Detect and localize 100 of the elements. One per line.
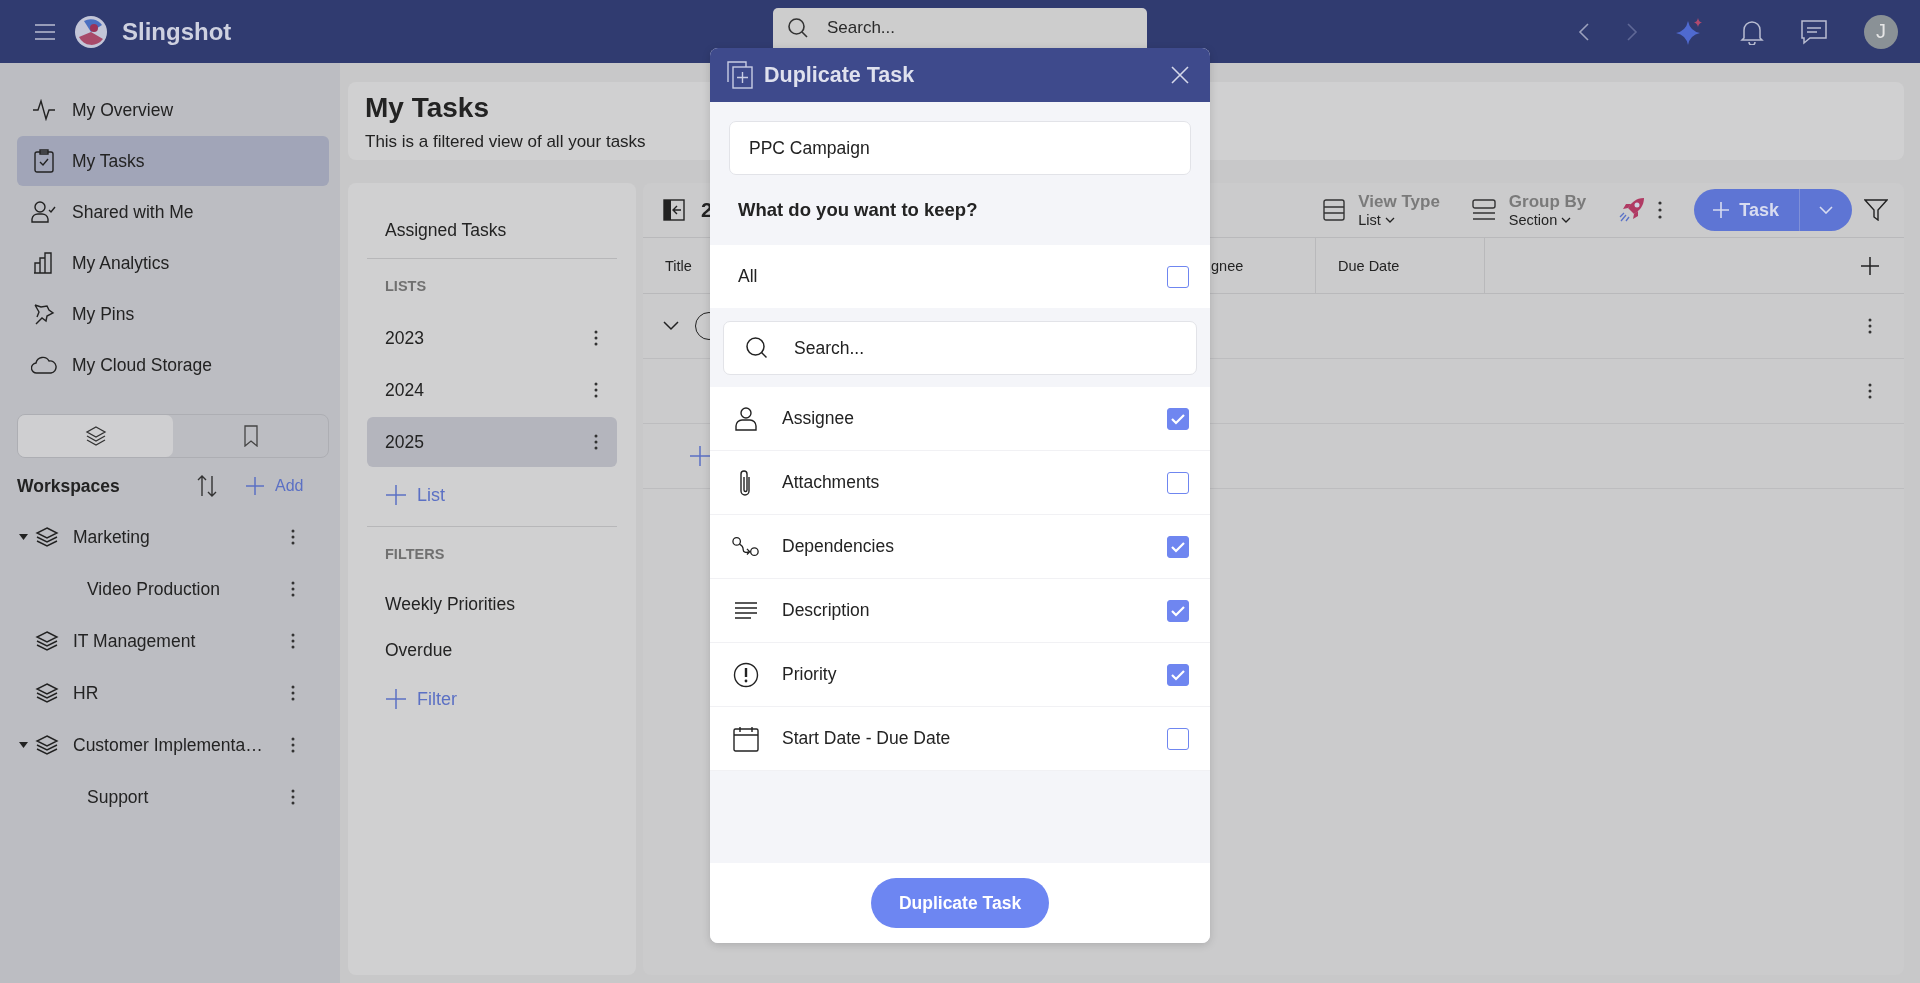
pulse-icon — [32, 99, 56, 121]
check-icon — [1170, 604, 1186, 617]
person-icon — [735, 406, 757, 431]
checkbox[interactable] — [1167, 663, 1189, 686]
more-icon[interactable] — [291, 789, 295, 805]
more-icon[interactable] — [291, 737, 295, 753]
column-header[interactable]: Due Date — [1316, 238, 1485, 293]
pin-icon — [33, 303, 55, 325]
paperclip-icon — [739, 468, 753, 497]
checkbox[interactable] — [1167, 471, 1189, 494]
dialog-title: Duplicate Task — [764, 62, 915, 88]
sort-icon[interactable] — [195, 474, 219, 498]
layers-icon — [84, 425, 107, 447]
plus-icon[interactable] — [689, 445, 711, 467]
list-item[interactable]: 2025 — [367, 417, 617, 467]
option-label: Start Date - Due Date — [782, 728, 952, 749]
more-icon[interactable] — [1868, 383, 1872, 399]
option-row[interactable]: Priority — [710, 643, 1210, 707]
caret-icon[interactable] — [18, 742, 28, 748]
more-icon[interactable] — [1868, 318, 1872, 334]
dropdown-button[interactable] — [1800, 189, 1852, 231]
option-row[interactable]: Dependencies — [710, 515, 1210, 579]
check-icon — [1170, 540, 1186, 553]
option-row[interactable]: Attachments — [710, 451, 1210, 515]
checkbox[interactable] — [1167, 599, 1189, 622]
bell-icon[interactable] — [1740, 18, 1764, 45]
option-label: All — [738, 266, 759, 287]
search-icon — [787, 17, 809, 39]
nav-item[interactable]: My Pins — [17, 289, 329, 339]
more-icon[interactable] — [594, 382, 598, 398]
workspace-name: Marketing — [73, 526, 151, 548]
option-row[interactable]: Start Date - Due Date — [710, 707, 1210, 771]
question-label: What do you want to keep? — [737, 198, 979, 222]
back-icon[interactable] — [1578, 21, 1590, 42]
bookmark-icon — [242, 425, 259, 447]
more-icon[interactable] — [594, 434, 598, 450]
menu-icon[interactable] — [34, 22, 56, 41]
close-icon[interactable] — [1170, 65, 1190, 85]
checkbox[interactable] — [1167, 407, 1189, 430]
chevron-icon[interactable] — [663, 321, 679, 331]
workspace-name: HR — [73, 682, 100, 704]
search-field[interactable]: Search... — [723, 321, 1197, 375]
selector-value: Section — [1508, 212, 1587, 228]
check-icon — [1170, 412, 1186, 425]
list-item[interactable]: 2023 — [367, 313, 617, 363]
workspace-item[interactable]: IT Management — [17, 615, 329, 667]
filter-item[interactable]: Weekly Priorities — [367, 581, 617, 627]
selector-value: List — [1358, 212, 1440, 228]
nav-item[interactable]: My Cloud Storage — [17, 340, 329, 390]
workspace-item[interactable]: HR — [17, 667, 329, 719]
layers-icon — [35, 526, 59, 548]
workspace-child-item[interactable]: Video Production — [17, 563, 329, 615]
workspace-item[interactable]: Marketing — [17, 511, 329, 563]
more-icon[interactable] — [594, 330, 598, 346]
view-type-selector[interactable]: View Type List — [1323, 192, 1440, 228]
workspace-name: Support — [87, 786, 150, 808]
list-item[interactable]: 2024 — [367, 365, 617, 415]
nav-item[interactable]: My Analytics — [17, 238, 329, 288]
more-icon[interactable] — [291, 529, 295, 545]
app-name: Slingshot — [122, 17, 232, 46]
calendar-icon — [733, 725, 759, 752]
filter-icon[interactable] — [1864, 199, 1888, 221]
checkbox[interactable] — [1167, 265, 1189, 288]
checkbox[interactable] — [1167, 727, 1189, 750]
more-icon[interactable] — [291, 581, 295, 597]
more-icon[interactable] — [291, 633, 295, 649]
selector-label: View Type — [1358, 192, 1440, 212]
layers-icon — [35, 682, 59, 704]
caret-icon[interactable] — [18, 534, 28, 540]
dependency-icon — [732, 535, 760, 558]
rocket-icon[interactable] — [1618, 196, 1647, 224]
list-name: 2025 — [385, 431, 424, 453]
more-icon[interactable] — [291, 685, 295, 701]
clipboard-icon — [34, 149, 54, 173]
nav-item[interactable]: My Overview — [17, 85, 329, 135]
more-icon[interactable] — [1658, 201, 1663, 219]
plus-icon — [245, 476, 265, 496]
nav-item[interactable]: My Tasks — [17, 136, 329, 186]
search-field[interactable]: Search... — [773, 8, 1147, 48]
option-row[interactable]: Description — [710, 579, 1210, 643]
task-name-field[interactable]: PPC Campaign — [729, 121, 1191, 175]
chat-icon[interactable] — [1800, 18, 1828, 45]
workspace-name: Video Production — [87, 578, 221, 600]
checkbox[interactable] — [1167, 535, 1189, 558]
section-heading: FILTERS — [384, 545, 446, 564]
workspace-child-item[interactable]: Support — [17, 771, 329, 823]
nav-item[interactable]: Shared with Me — [17, 187, 329, 237]
option-label: Attachments — [782, 472, 881, 493]
page-subtitle: This is a filtered view of all your tasks — [365, 132, 646, 152]
chevron-icon — [1561, 217, 1572, 223]
plus-icon — [385, 688, 407, 710]
workspace-item[interactable]: Customer Implementa… — [17, 719, 329, 771]
workspace-name: Customer Implementa… — [73, 734, 264, 756]
list-item[interactable]: Assigned Tasks — [367, 207, 617, 253]
filter-item[interactable]: Overdue — [367, 627, 617, 673]
collapse-panel-icon[interactable] — [663, 199, 685, 221]
option-row[interactable]: Assignee — [710, 387, 1210, 451]
alert-icon — [733, 661, 759, 688]
group-by-selector[interactable]: Group By Section — [1471, 192, 1587, 228]
add-column-icon[interactable] — [1860, 255, 1880, 276]
